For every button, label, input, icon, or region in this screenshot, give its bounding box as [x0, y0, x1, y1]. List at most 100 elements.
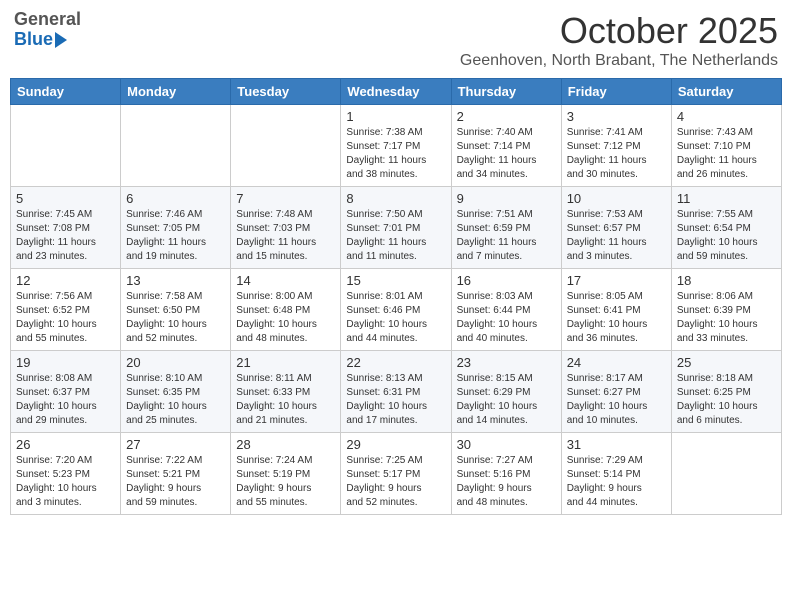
day-info: Sunrise: 7:45 AM Sunset: 7:08 PM Dayligh…	[16, 208, 115, 264]
day-number: 12	[16, 273, 115, 288]
header-wednesday: Wednesday	[341, 79, 451, 105]
day-info: Sunrise: 7:46 AM Sunset: 7:05 PM Dayligh…	[126, 208, 225, 264]
header-thursday: Thursday	[451, 79, 561, 105]
calendar-cell: 24Sunrise: 8:17 AM Sunset: 6:27 PM Dayli…	[561, 351, 671, 433]
day-number: 8	[346, 191, 445, 206]
day-number: 5	[16, 191, 115, 206]
day-info: Sunrise: 7:38 AM Sunset: 7:17 PM Dayligh…	[346, 126, 445, 182]
calendar-cell: 1Sunrise: 7:38 AM Sunset: 7:17 PM Daylig…	[341, 105, 451, 187]
day-info: Sunrise: 7:24 AM Sunset: 5:19 PM Dayligh…	[236, 454, 335, 510]
day-info: Sunrise: 7:55 AM Sunset: 6:54 PM Dayligh…	[677, 208, 776, 264]
day-number: 20	[126, 355, 225, 370]
location: Geenhoven, North Brabant, The Netherland…	[460, 52, 778, 70]
day-info: Sunrise: 8:13 AM Sunset: 6:31 PM Dayligh…	[346, 372, 445, 428]
header-sunday: Sunday	[11, 79, 121, 105]
calendar-cell: 12 Sunrise: 7:56 AM Sunset: 6:52 PM Dayli…	[11, 269, 121, 351]
calendar-cell: 16 Sunrise: 8:03 AM Sunset: 6:44 PM Dayli…	[451, 269, 561, 351]
calendar-cell: 11Sunrise: 7:55 AM Sunset: 6:54 PM Dayli…	[671, 187, 781, 269]
day-number: 17	[567, 273, 666, 288]
calendar-cell	[671, 433, 781, 515]
day-info: Sunrise: 8:01 AM Sunset: 6:46 PM Dayligh…	[346, 290, 445, 346]
day-number: 29	[346, 437, 445, 452]
day-number: 27	[126, 437, 225, 452]
calendar-cell	[231, 105, 341, 187]
day-info: Sunrise: 8:08 AM Sunset: 6:37 PM Dayligh…	[16, 372, 115, 428]
day-info: Sunrise: 7:56 AM Sunset: 6:52 PM Dayligh…	[16, 290, 115, 346]
header-row: SundayMondayTuesdayWednesdayThursdayFrid…	[11, 79, 782, 105]
calendar-cell: 19 Sunrise: 8:08 AM Sunset: 6:37 PM Dayli…	[11, 351, 121, 433]
calendar-cell: 3 Sunrise: 7:41 AM Sunset: 7:12 PM Daylig…	[561, 105, 671, 187]
header-friday: Friday	[561, 79, 671, 105]
day-info: Sunrise: 7:25 AM Sunset: 5:17 PM Dayligh…	[346, 454, 445, 510]
calendar-cell: 6Sunrise: 7:46 AM Sunset: 7:05 PM Daylig…	[121, 187, 231, 269]
calendar-cell: 10 Sunrise: 7:53 AM Sunset: 6:57 PM Dayli…	[561, 187, 671, 269]
calendar-cell: 17 Sunrise: 8:05 AM Sunset: 6:41 PM Dayli…	[561, 269, 671, 351]
day-info: Sunrise: 7:27 AM Sunset: 5:16 PM Dayligh…	[457, 454, 556, 510]
day-info: Sunrise: 8:18 AM Sunset: 6:25 PM Dayligh…	[677, 372, 776, 428]
calendar-cell: 13Sunrise: 7:58 AM Sunset: 6:50 PM Dayli…	[121, 269, 231, 351]
week-row-3: 19 Sunrise: 8:08 AM Sunset: 6:37 PM Dayli…	[11, 351, 782, 433]
day-number: 13	[126, 273, 225, 288]
day-number: 16	[457, 273, 556, 288]
calendar-cell	[121, 105, 231, 187]
calendar-cell: 8 Sunrise: 7:50 AM Sunset: 7:01 PM Daylig…	[341, 187, 451, 269]
day-number: 4	[677, 109, 776, 124]
calendar-cell: 28 Sunrise: 7:24 AM Sunset: 5:19 PM Dayli…	[231, 433, 341, 515]
calendar-cell: 7 Sunrise: 7:48 AM Sunset: 7:03 PM Daylig…	[231, 187, 341, 269]
day-info: Sunrise: 8:05 AM Sunset: 6:41 PM Dayligh…	[567, 290, 666, 346]
calendar-cell: 23Sunrise: 8:15 AM Sunset: 6:29 PM Dayli…	[451, 351, 561, 433]
day-info: Sunrise: 7:43 AM Sunset: 7:10 PM Dayligh…	[677, 126, 776, 182]
week-row-2: 12 Sunrise: 7:56 AM Sunset: 6:52 PM Dayli…	[11, 269, 782, 351]
day-info: Sunrise: 7:53 AM Sunset: 6:57 PM Dayligh…	[567, 208, 666, 264]
calendar-cell: 25 Sunrise: 8:18 AM Sunset: 6:25 PM Dayli…	[671, 351, 781, 433]
calendar-cell: 21Sunrise: 8:11 AM Sunset: 6:33 PM Dayli…	[231, 351, 341, 433]
calendar-cell: 30 Sunrise: 7:27 AM Sunset: 5:16 PM Dayli…	[451, 433, 561, 515]
day-number: 25	[677, 355, 776, 370]
day-number: 28	[236, 437, 335, 452]
day-number: 7	[236, 191, 335, 206]
calendar-cell: 20 Sunrise: 8:10 AM Sunset: 6:35 PM Dayli…	[121, 351, 231, 433]
day-number: 14	[236, 273, 335, 288]
calendar-cell	[11, 105, 121, 187]
logo-arrow-icon	[55, 32, 67, 48]
day-info: Sunrise: 7:51 AM Sunset: 6:59 PM Dayligh…	[457, 208, 556, 264]
day-info: Sunrise: 7:20 AM Sunset: 5:23 PM Dayligh…	[16, 454, 115, 510]
logo-blue-text: Blue	[14, 30, 81, 50]
day-number: 19	[16, 355, 115, 370]
day-info: Sunrise: 7:48 AM Sunset: 7:03 PM Dayligh…	[236, 208, 335, 264]
header-tuesday: Tuesday	[231, 79, 341, 105]
day-info: Sunrise: 8:17 AM Sunset: 6:27 PM Dayligh…	[567, 372, 666, 428]
day-number: 26	[16, 437, 115, 452]
day-number: 10	[567, 191, 666, 206]
header-monday: Monday	[121, 79, 231, 105]
calendar-table: SundayMondayTuesdayWednesdayThursdayFrid…	[10, 78, 782, 515]
calendar-cell: 4 Sunrise: 7:43 AM Sunset: 7:10 PM Daylig…	[671, 105, 781, 187]
calendar-cell: 18 Sunrise: 8:06 AM Sunset: 6:39 PM Dayli…	[671, 269, 781, 351]
calendar-cell: 15 Sunrise: 8:01 AM Sunset: 6:46 PM Dayli…	[341, 269, 451, 351]
day-info: Sunrise: 7:29 AM Sunset: 5:14 PM Dayligh…	[567, 454, 666, 510]
day-number: 31	[567, 437, 666, 452]
calendar-cell: 9Sunrise: 7:51 AM Sunset: 6:59 PM Daylig…	[451, 187, 561, 269]
calendar-cell: 27 Sunrise: 7:22 AM Sunset: 5:21 PM Dayli…	[121, 433, 231, 515]
calendar-cell: 14Sunrise: 8:00 AM Sunset: 6:48 PM Dayli…	[231, 269, 341, 351]
week-row-4: 26 Sunrise: 7:20 AM Sunset: 5:23 PM Dayli…	[11, 433, 782, 515]
day-info: Sunrise: 8:03 AM Sunset: 6:44 PM Dayligh…	[457, 290, 556, 346]
day-info: Sunrise: 8:06 AM Sunset: 6:39 PM Dayligh…	[677, 290, 776, 346]
day-number: 3	[567, 109, 666, 124]
week-row-1: 5 Sunrise: 7:45 AM Sunset: 7:08 PM Daylig…	[11, 187, 782, 269]
day-info: Sunrise: 8:10 AM Sunset: 6:35 PM Dayligh…	[126, 372, 225, 428]
calendar-cell: 31 Sunrise: 7:29 AM Sunset: 5:14 PM Dayli…	[561, 433, 671, 515]
day-info: Sunrise: 7:22 AM Sunset: 5:21 PM Dayligh…	[126, 454, 225, 510]
day-number: 30	[457, 437, 556, 452]
day-info: Sunrise: 7:41 AM Sunset: 7:12 PM Dayligh…	[567, 126, 666, 182]
day-number: 23	[457, 355, 556, 370]
calendar-cell: 26 Sunrise: 7:20 AM Sunset: 5:23 PM Dayli…	[11, 433, 121, 515]
day-number: 2	[457, 109, 556, 124]
logo: General Blue	[14, 10, 81, 50]
day-info: Sunrise: 7:50 AM Sunset: 7:01 PM Dayligh…	[346, 208, 445, 264]
logo-general-text: General	[14, 10, 81, 30]
day-number: 18	[677, 273, 776, 288]
calendar-cell: 22 Sunrise: 8:13 AM Sunset: 6:31 PM Dayli…	[341, 351, 451, 433]
day-number: 15	[346, 273, 445, 288]
day-number: 22	[346, 355, 445, 370]
